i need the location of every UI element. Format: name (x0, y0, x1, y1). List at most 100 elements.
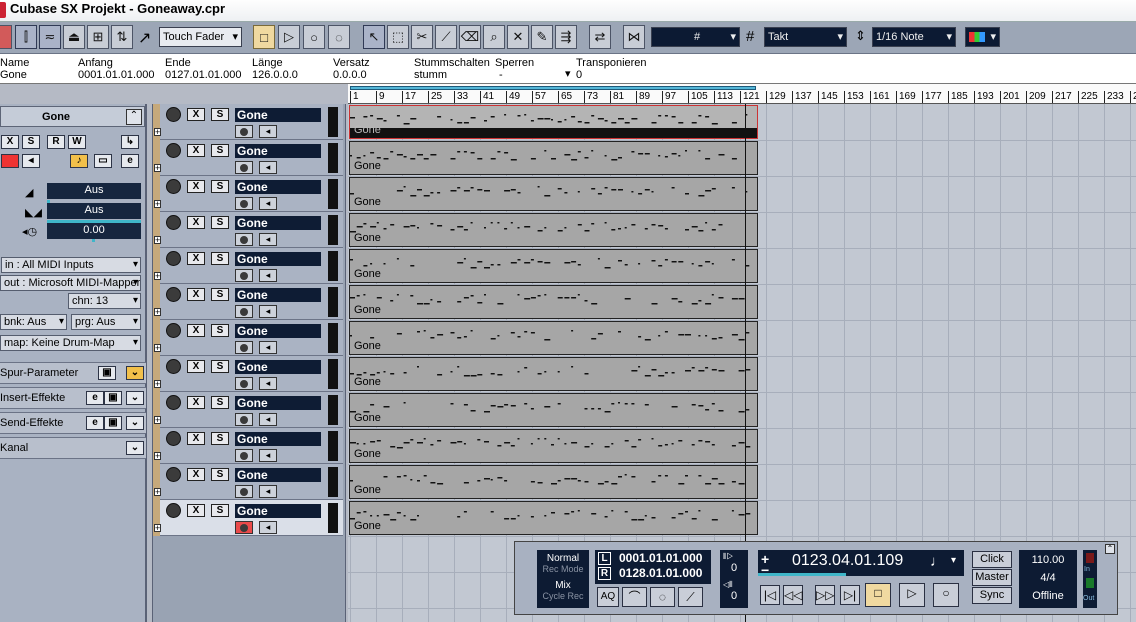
record-toggle-button[interactable] (0, 25, 12, 49)
midi-output-dropdown[interactable]: out : Microsoft MIDI-Mapper (0, 275, 141, 291)
midi-part[interactable]: Gone (349, 501, 758, 535)
track-monitor-icon[interactable]: ◂ (259, 413, 277, 426)
track-solo-button[interactable]: S (211, 108, 229, 121)
track-mute-button[interactable]: X (187, 396, 205, 409)
track-solo-button[interactable]: S (211, 324, 229, 337)
track-mute-button[interactable]: X (187, 144, 205, 157)
track-name[interactable]: Gone (235, 360, 321, 374)
info-value-name[interactable]: Gone (0, 70, 27, 81)
track-mute-button[interactable]: X (187, 288, 205, 301)
track-name[interactable]: Gone (235, 108, 321, 122)
midi-part[interactable]: Gone (349, 285, 758, 319)
track-solo-button[interactable]: S (211, 216, 229, 229)
track-volume-knob-icon[interactable] (166, 503, 181, 518)
cycle-button[interactable]: ◌ (328, 25, 350, 49)
right-locator-value[interactable]: 0128.01.01.000 (619, 566, 702, 580)
inspector-solo-button[interactable]: S (22, 135, 40, 149)
punch-out-button[interactable]: ⟋ (678, 587, 703, 607)
track-monitor-icon[interactable]: ◂ (259, 269, 277, 282)
play-button[interactable]: ▷ (278, 25, 300, 49)
inspector-mute-button[interactable]: X (1, 135, 19, 149)
track-row[interactable]: + X S Gone ◂ (153, 320, 343, 356)
track-mute-button[interactable]: X (187, 324, 205, 337)
mute-tool-icon[interactable]: ✕ (507, 25, 529, 49)
post-roll-value[interactable]: 0 (720, 590, 748, 602)
section-track-parameters[interactable]: Spur-Parameter ▣ ⌄ (0, 362, 146, 384)
eraser-tool-icon[interactable]: ⌫ (459, 25, 481, 49)
track-solo-button[interactable]: S (211, 252, 229, 265)
show-overview-button[interactable]: ≂ (39, 25, 61, 49)
track-solo-button[interactable]: S (211, 144, 229, 157)
track-row[interactable]: + X S Gone ◂ (153, 104, 343, 140)
track-name[interactable]: Gone (235, 180, 321, 194)
track-mute-button[interactable]: X (187, 468, 205, 481)
midi-part[interactable]: Gone (349, 177, 758, 211)
track-name[interactable]: Gone (235, 252, 321, 266)
program-field[interactable]: prg: Aus (71, 314, 141, 330)
draw-tool-icon[interactable]: ✎ (531, 25, 553, 49)
track-solo-button[interactable]: S (211, 432, 229, 445)
inspector-record-button[interactable] (1, 154, 19, 168)
cycle-mode-value[interactable]: Mix (537, 580, 589, 591)
snap-mode-dropdown[interactable]: # (651, 27, 740, 47)
track-volume-knob-icon[interactable] (166, 287, 181, 302)
track-monitor-icon[interactable]: ◂ (259, 485, 277, 498)
rewind-icon[interactable]: ◁◁ (783, 585, 803, 605)
track-record-button[interactable] (235, 305, 253, 318)
track-volume-knob-icon[interactable] (166, 395, 181, 410)
pool-button[interactable]: ⏏ (63, 25, 85, 49)
left-locator-button[interactable]: L (598, 552, 611, 565)
expand-automation-icon[interactable]: + (154, 380, 161, 389)
info-value-start[interactable]: 0001.01.01.000 (78, 70, 154, 81)
track-mute-button[interactable]: X (187, 504, 205, 517)
grid-type-dropdown[interactable]: Takt (764, 27, 847, 47)
glue-tool-icon[interactable]: ⟋ (435, 25, 457, 49)
click-button[interactable]: Click (972, 551, 1012, 568)
track-solo-button[interactable]: S (211, 180, 229, 193)
object-select-tool-icon[interactable]: ↖ (363, 25, 385, 49)
info-value-offset[interactable]: 0.0.0.0 (333, 70, 367, 81)
midi-part[interactable]: Gone (349, 321, 758, 355)
track-row[interactable]: + X S Gone ◂ (153, 176, 343, 212)
track-name[interactable]: Gone (235, 432, 321, 446)
expand-automation-icon[interactable]: + (154, 200, 161, 209)
midi-part[interactable]: Gone (349, 213, 758, 247)
transport-play-button[interactable]: ▷ (899, 583, 925, 607)
track-monitor-icon[interactable]: ◂ (259, 377, 277, 390)
info-value-mute[interactable]: stumm (414, 70, 447, 81)
track-row[interactable]: + X S Gone ◂ (153, 284, 343, 320)
split-tool-icon[interactable]: ✂ (411, 25, 433, 49)
track-volume-knob-icon[interactable] (166, 143, 181, 158)
cycle-loop-button[interactable]: ◌ (650, 587, 675, 607)
expand-automation-icon[interactable]: + (154, 236, 161, 245)
track-name[interactable]: Gone (235, 216, 321, 230)
track-monitor-icon[interactable]: ◂ (259, 521, 277, 534)
expand-automation-icon[interactable]: + (154, 164, 161, 173)
track-mute-button[interactable]: X (187, 108, 205, 121)
pre-roll-value[interactable]: 0 (720, 562, 748, 574)
track-volume-knob-icon[interactable] (166, 107, 181, 122)
mixer-button[interactable]: ⊞ (87, 25, 109, 49)
edit-e-button[interactable]: e (121, 154, 139, 168)
edit-e-button[interactable]: e (86, 391, 104, 405)
inspector-write-button[interactable]: W (68, 135, 86, 149)
transport-menu-icon[interactable]: ⌃ (1105, 544, 1115, 554)
track-volume-knob-icon[interactable] (166, 251, 181, 266)
expand-automation-icon[interactable]: + (154, 416, 161, 425)
bank-field[interactable]: bnk: Aus (0, 314, 67, 330)
expand-automation-icon[interactable]: + (154, 452, 161, 461)
track-monitor-icon[interactable]: ◂ (259, 449, 277, 462)
track-record-button[interactable] (235, 161, 253, 174)
track-row[interactable]: + X S Gone ◂ (153, 248, 343, 284)
track-record-button[interactable] (235, 341, 253, 354)
ruler[interactable]: 1 9 17 25 33 41 49 57 65 73 81 89 97 105 113 121 129 137 1… (348, 84, 1136, 104)
edit-icon[interactable]: ↳ (121, 135, 139, 149)
track-record-button[interactable] (235, 269, 253, 282)
transport-record-button[interactable]: ○ (933, 583, 959, 607)
collapse-icon[interactable]: ⌃ (126, 109, 142, 125)
track-name[interactable]: Gone (235, 468, 321, 482)
expand-icon[interactable]: ⌄ (126, 366, 144, 380)
track-row[interactable]: + X S Gone ◂ (153, 140, 343, 176)
note-icon[interactable]: ♪ (70, 154, 88, 168)
track-monitor-icon[interactable]: ◂ (259, 341, 277, 354)
